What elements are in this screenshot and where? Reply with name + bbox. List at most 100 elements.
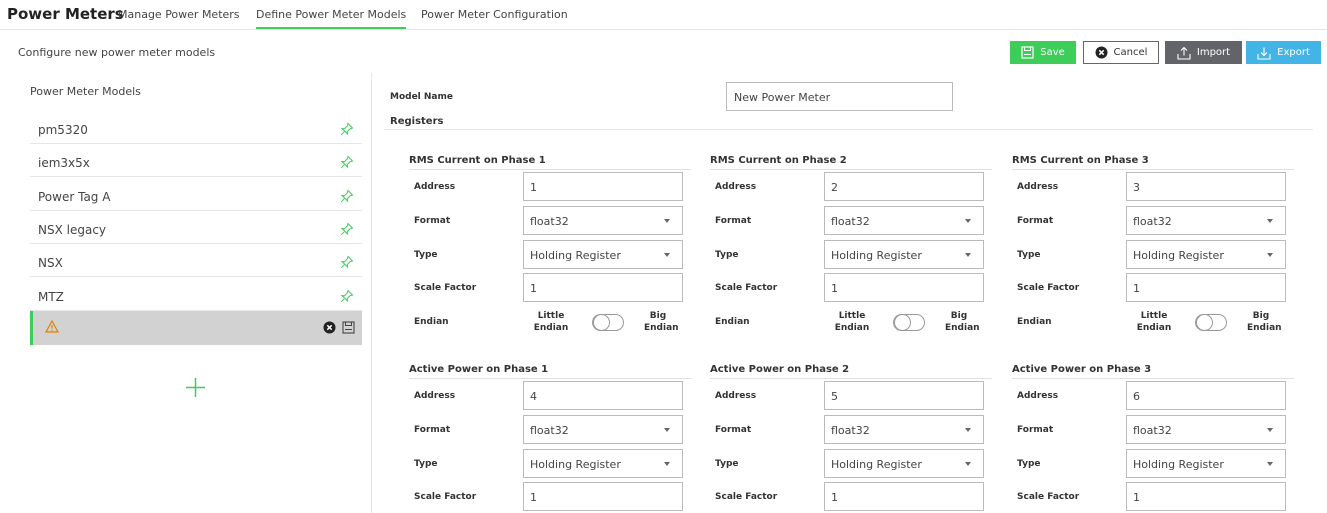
models-sidebar: Power Meter Models pm5320 iem3x5x Power Ta… xyxy=(0,73,372,513)
scale-factor-row: Scale Factor 1 xyxy=(710,273,992,302)
address-row: Address 5 xyxy=(710,381,992,410)
import-button[interactable]: Import xyxy=(1165,41,1242,64)
chevron-down-icon xyxy=(965,219,971,223)
format-select[interactable]: float32 xyxy=(824,415,984,444)
tab-define-power-meter-models[interactable]: Define Power Meter Models xyxy=(256,8,407,29)
format-select[interactable]: float32 xyxy=(1126,415,1286,444)
pin-icon[interactable] xyxy=(340,255,354,269)
address-input[interactable]: 1 xyxy=(523,172,683,201)
warning-icon xyxy=(45,320,59,333)
tab-power-meter-configuration[interactable]: Power Meter Configuration xyxy=(421,8,568,21)
address-row: Address 6 xyxy=(1012,381,1294,410)
save-icon[interactable] xyxy=(342,321,355,334)
format-value: float32 xyxy=(1133,424,1172,437)
register-title: RMS Current on Phase 3 xyxy=(1012,155,1294,170)
chevron-down-icon xyxy=(965,428,971,432)
model-name: iem3x5x xyxy=(38,156,90,171)
model-list-item[interactable]: NSX legacy xyxy=(30,211,362,244)
type-select[interactable]: Holding Register xyxy=(523,240,683,269)
type-value: Holding Register xyxy=(530,249,621,262)
add-model-icon[interactable] xyxy=(185,377,206,398)
type-select[interactable]: Holding Register xyxy=(824,449,984,478)
type-select[interactable]: Holding Register xyxy=(824,240,984,269)
big-endian-label: Big Endian xyxy=(945,311,980,333)
save-button[interactable]: Save xyxy=(1010,41,1076,64)
address-input[interactable]: 4 xyxy=(523,381,683,410)
tab-manage-power-meters[interactable]: Manage Power Meters xyxy=(118,8,240,21)
address-label: Address xyxy=(1017,182,1059,192)
type-select[interactable]: Holding Register xyxy=(1126,449,1286,478)
new-model-item[interactable] xyxy=(30,311,362,345)
address-input[interactable]: 6 xyxy=(1126,381,1286,410)
endian-toggle[interactable] xyxy=(1195,314,1227,331)
cancel-button[interactable]: Cancel xyxy=(1083,41,1159,64)
scale-factor-row: Scale Factor 1 xyxy=(1012,482,1294,511)
pin-icon[interactable] xyxy=(340,189,354,203)
format-row: Format float32 xyxy=(409,415,691,444)
save-label: Save xyxy=(1040,47,1065,58)
format-select[interactable]: float32 xyxy=(824,206,984,235)
model-list-item[interactable]: NSX xyxy=(30,244,362,278)
big-endian-label: Big Endian xyxy=(1247,311,1282,333)
model-list-item[interactable]: pm5320 xyxy=(30,111,362,144)
type-row: Type Holding Register xyxy=(710,240,992,269)
scale-factor-label: Scale Factor xyxy=(715,492,778,502)
model-list-item[interactable]: MTZ xyxy=(30,278,362,311)
format-row: Format float32 xyxy=(1012,415,1294,444)
model-list-item[interactable]: iem3x5x xyxy=(30,144,362,178)
model-name-input[interactable]: New Power Meter xyxy=(726,82,953,111)
scale-factor-input[interactable]: 1 xyxy=(1126,273,1286,302)
model-list-item[interactable]: Power Tag A xyxy=(30,178,362,211)
address-input[interactable]: 5 xyxy=(824,381,984,410)
scale-factor-label: Scale Factor xyxy=(414,283,477,293)
scale-factor-input[interactable]: 1 xyxy=(1126,482,1286,511)
close-circle-icon[interactable] xyxy=(323,321,336,334)
format-select[interactable]: float32 xyxy=(523,206,683,235)
address-row: Address 2 xyxy=(710,172,992,201)
type-value: Holding Register xyxy=(831,249,922,262)
scale-factor-input[interactable]: 1 xyxy=(824,273,984,302)
scale-factor-label: Scale Factor xyxy=(715,283,778,293)
pin-icon[interactable] xyxy=(340,155,354,169)
close-circle-icon xyxy=(1095,46,1108,59)
address-label: Address xyxy=(414,391,456,401)
address-input[interactable]: 3 xyxy=(1126,172,1286,201)
format-select[interactable]: float32 xyxy=(523,415,683,444)
endian-label: Endian xyxy=(414,317,449,327)
pin-icon[interactable] xyxy=(340,222,354,236)
format-label: Format xyxy=(715,216,752,226)
type-label: Type xyxy=(414,250,438,260)
scale-factor-input[interactable]: 1 xyxy=(824,482,984,511)
model-name: pm5320 xyxy=(38,123,88,137)
endian-toggle[interactable] xyxy=(893,314,925,331)
address-label: Address xyxy=(715,391,757,401)
type-row: Type Holding Register xyxy=(409,240,691,269)
pin-icon[interactable] xyxy=(340,122,354,136)
scale-factor-row: Scale Factor 1 xyxy=(710,482,992,511)
top-nav-bar: Power Meters Manage Power Meters Define … xyxy=(0,0,1327,30)
export-button[interactable]: Export xyxy=(1246,41,1321,64)
type-row: Type Holding Register xyxy=(710,449,992,478)
format-row: Format float32 xyxy=(409,206,691,235)
address-input[interactable]: 2 xyxy=(824,172,984,201)
registers-divider xyxy=(384,129,1313,130)
type-label: Type xyxy=(715,459,739,469)
pin-icon[interactable] xyxy=(340,289,354,303)
type-row: Type Holding Register xyxy=(1012,449,1294,478)
type-select[interactable]: Holding Register xyxy=(1126,240,1286,269)
format-select[interactable]: float32 xyxy=(1126,206,1286,235)
type-label: Type xyxy=(715,250,739,260)
endian-toggle[interactable] xyxy=(592,314,624,331)
scale-factor-input[interactable]: 1 xyxy=(523,482,683,511)
chevron-down-icon xyxy=(1267,428,1273,432)
type-select[interactable]: Holding Register xyxy=(523,449,683,478)
address-label: Address xyxy=(1017,391,1059,401)
format-value: float32 xyxy=(831,424,870,437)
endian-row: Endian Little Endian Big Endian xyxy=(409,307,691,336)
save-icon xyxy=(1021,46,1034,59)
type-value: Holding Register xyxy=(1133,249,1224,262)
address-row: Address 4 xyxy=(409,381,691,410)
scale-factor-label: Scale Factor xyxy=(414,492,477,502)
address-row: Address 3 xyxy=(1012,172,1294,201)
scale-factor-input[interactable]: 1 xyxy=(523,273,683,302)
